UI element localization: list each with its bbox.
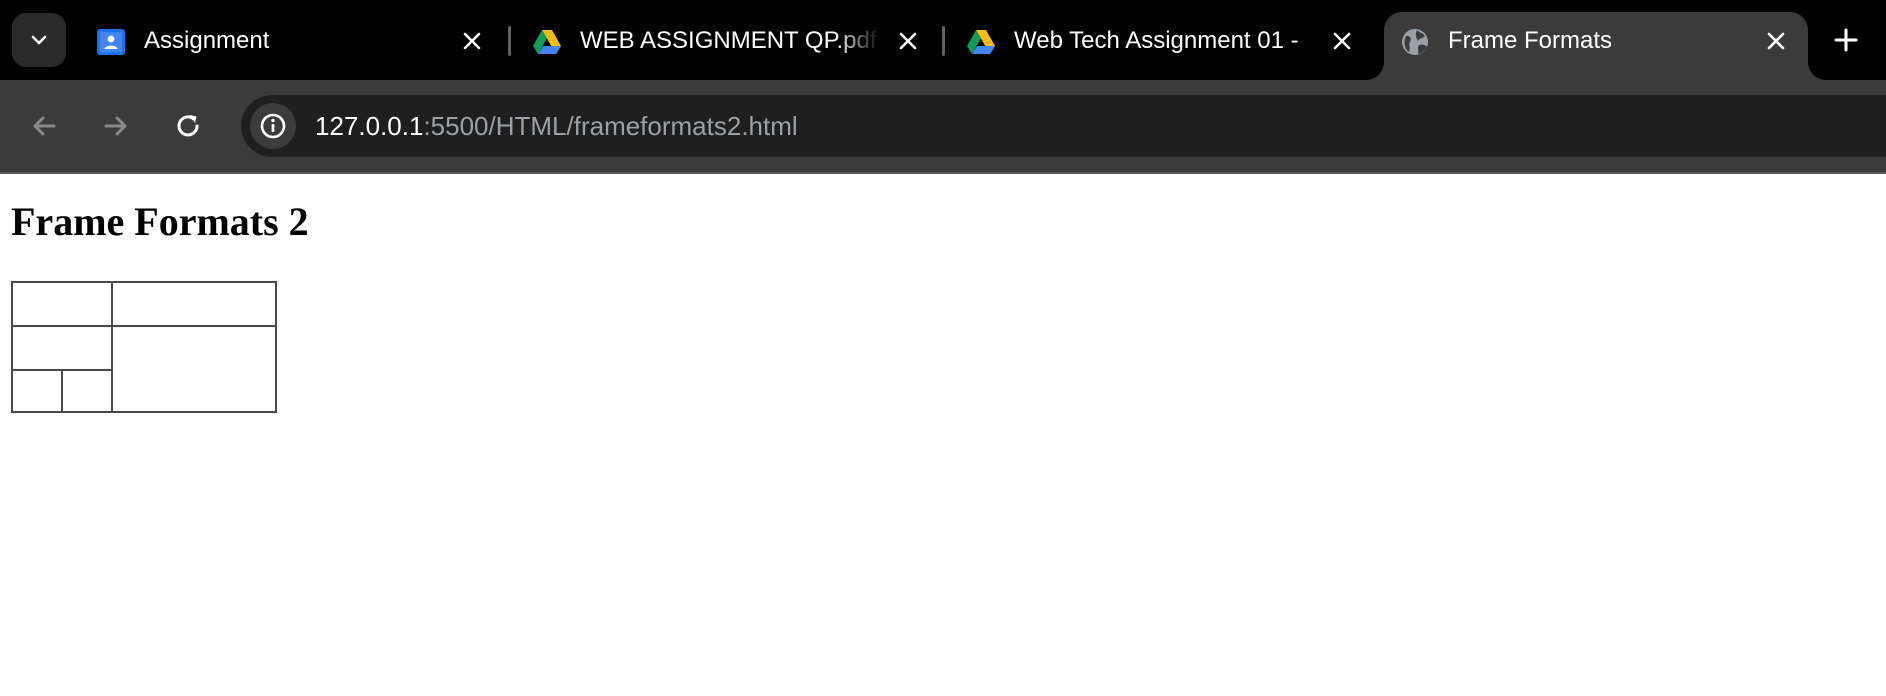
tab-strip: Assignment WEB ASSIGNMENT QP.pdf - Web T… [0,0,1886,80]
forward-button[interactable] [92,102,140,150]
tab-search-button[interactable] [12,13,66,67]
close-icon[interactable] [1330,29,1354,53]
reload-button[interactable] [164,102,212,150]
tab-web-tech-assignment[interactable]: Web Tech Assignment 01 - [950,12,1370,70]
arrow-right-icon [104,116,127,136]
info-icon [260,113,286,139]
google-drive-icon [533,30,561,54]
browser-window: Assignment WEB ASSIGNMENT QP.pdf - Web T… [0,0,1886,696]
reload-icon [177,115,199,137]
tab-separator [508,26,511,56]
page-title: Frame Formats 2 [11,199,309,244]
plus-icon [1834,28,1858,52]
google-classroom-icon [97,29,125,55]
new-tab-button[interactable] [1826,20,1866,60]
close-icon[interactable] [1764,29,1788,53]
google-drive-icon [967,30,995,54]
arrow-left-icon [33,116,56,136]
tab-title: Web Tech Assignment 01 - [1014,27,1299,54]
frame-middle-left[interactable] [13,327,111,369]
frame-bottom-left-b[interactable] [63,371,111,411]
tab-frame-formats[interactable]: Frame Formats [1384,12,1808,80]
tab-web-assignment-qp[interactable]: WEB ASSIGNMENT QP.pdf - [516,12,936,70]
tab-curve [1366,62,1384,80]
page-content: Frame Formats 2 [0,174,1886,696]
frame-top-right[interactable] [113,283,275,325]
url-text[interactable]: 127.0.0.1:5500/HTML/frameformats2.html [315,95,798,157]
tab-title: Frame Formats [1448,27,1613,54]
frame-bottom-left-a[interactable] [13,371,61,411]
browser-toolbar: 127.0.0.1:5500/HTML/frameformats2.html [0,80,1886,174]
tab-separator [942,26,945,56]
back-button[interactable] [20,102,68,150]
tab-curve [1808,62,1826,80]
close-icon[interactable] [896,29,920,53]
tab-assignment[interactable]: Assignment [80,12,500,70]
site-info-button[interactable] [250,103,296,149]
frameset [11,281,277,413]
close-icon[interactable] [460,29,484,53]
tab-title: Assignment [144,27,270,54]
chevron-down-icon [31,35,47,45]
address-bar[interactable]: 127.0.0.1:5500/HTML/frameformats2.html [241,95,1886,157]
frame-top-left[interactable] [13,283,111,325]
globe-icon [1402,29,1428,55]
url-path: :5500/HTML/frameformats2.html [423,111,798,141]
frame-bottom-right[interactable] [113,327,275,411]
url-host: 127.0.0.1 [315,111,424,141]
tab-title: WEB ASSIGNMENT QP.pdf - [580,27,880,54]
